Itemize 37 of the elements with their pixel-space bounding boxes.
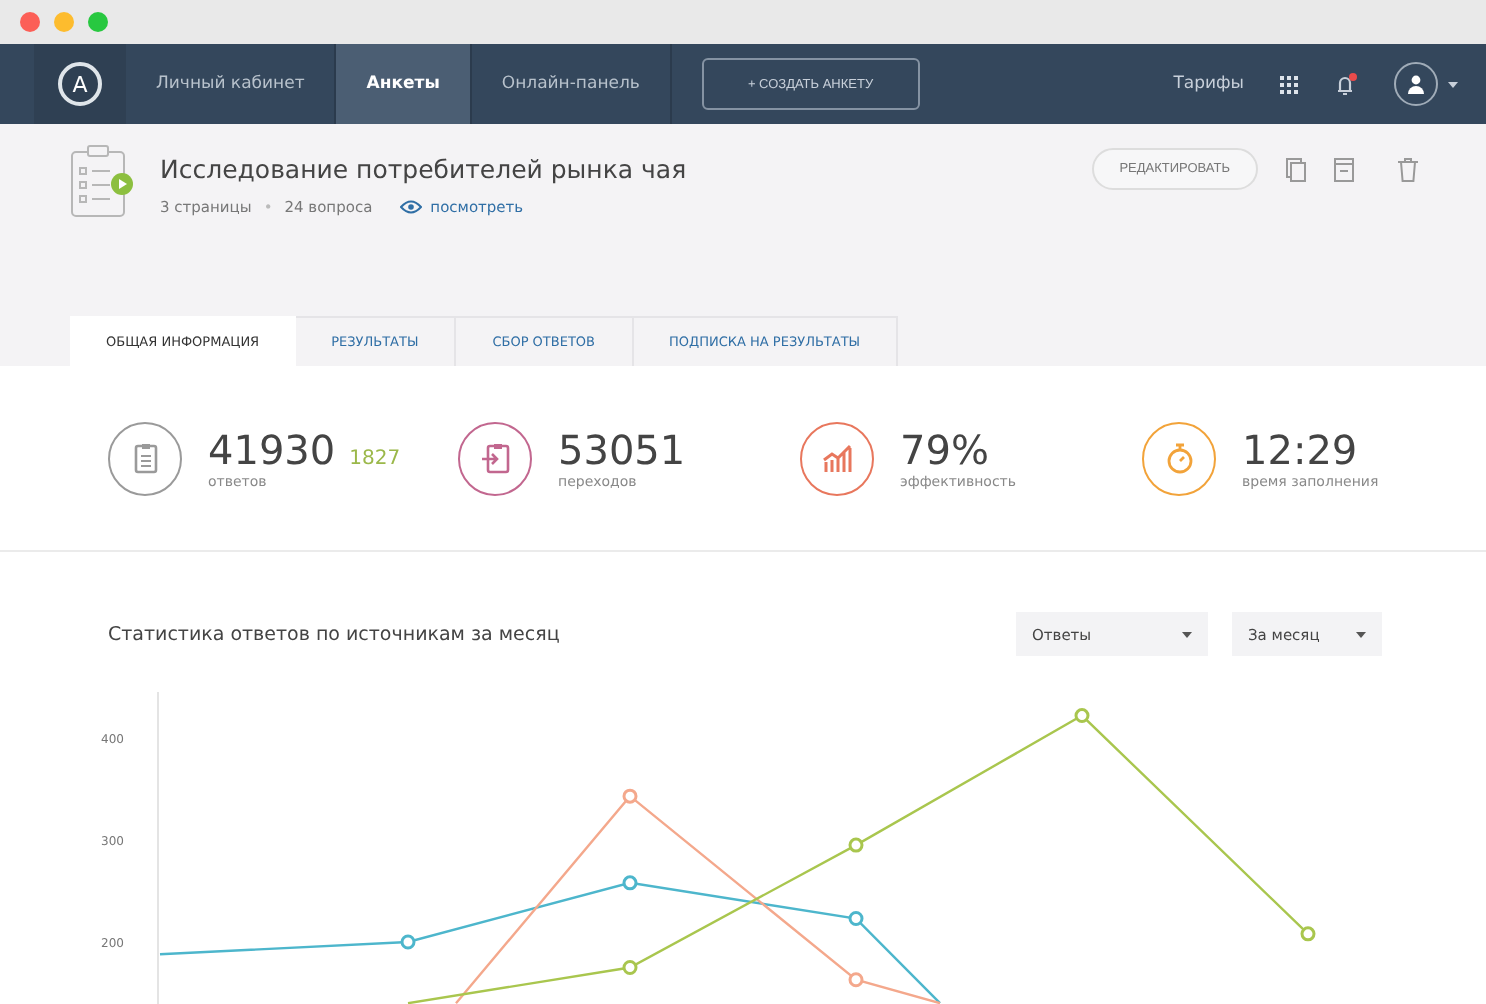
minimize-window-icon[interactable] <box>54 12 74 32</box>
stat-value: 53051 <box>558 426 686 474</box>
data-point <box>848 911 864 927</box>
copy-icon[interactable] <box>1286 157 1306 181</box>
clipboard-icon <box>133 442 157 474</box>
data-point <box>622 875 638 891</box>
archive-icon[interactable] <box>1334 157 1354 181</box>
data-point <box>1074 708 1090 724</box>
survey-clipboard-icon <box>70 144 138 220</box>
pricing-link[interactable]: Тарифы <box>1173 74 1244 94</box>
data-point <box>848 837 864 853</box>
caret-icon[interactable] <box>1448 81 1458 87</box>
apps-grid-icon[interactable] <box>1280 75 1298 93</box>
clipboard-enter-icon <box>481 442 509 474</box>
stat-value: 41930 <box>208 426 336 474</box>
stat-value: 12:29 <box>1242 426 1358 474</box>
stat-increment: 1827 <box>349 448 401 470</box>
data-point <box>848 972 864 988</box>
caret-icon <box>1182 631 1192 637</box>
data-point <box>622 960 638 975</box>
stopwatch-icon <box>1165 442 1193 474</box>
maximize-window-icon[interactable] <box>88 12 108 32</box>
stat-value: 79% <box>900 426 989 474</box>
eye-icon <box>400 200 423 214</box>
caret-icon <box>1356 631 1366 637</box>
trash-icon[interactable] <box>1398 157 1418 181</box>
survey-title: Исследование потребителей рынка чая <box>160 154 687 184</box>
data-point <box>1300 926 1316 942</box>
user-avatar[interactable] <box>1394 62 1438 106</box>
logo[interactable]: A <box>58 62 102 106</box>
data-point <box>622 788 638 804</box>
close-window-icon[interactable] <box>20 12 40 32</box>
data-point <box>400 934 416 950</box>
chart-title: Статистика ответов по источникам за месяц <box>108 623 560 645</box>
bar-chart-icon <box>822 444 852 472</box>
nav-item[interactable]: Анкеты <box>336 44 472 124</box>
notification-bell-icon[interactable] <box>1334 72 1358 96</box>
